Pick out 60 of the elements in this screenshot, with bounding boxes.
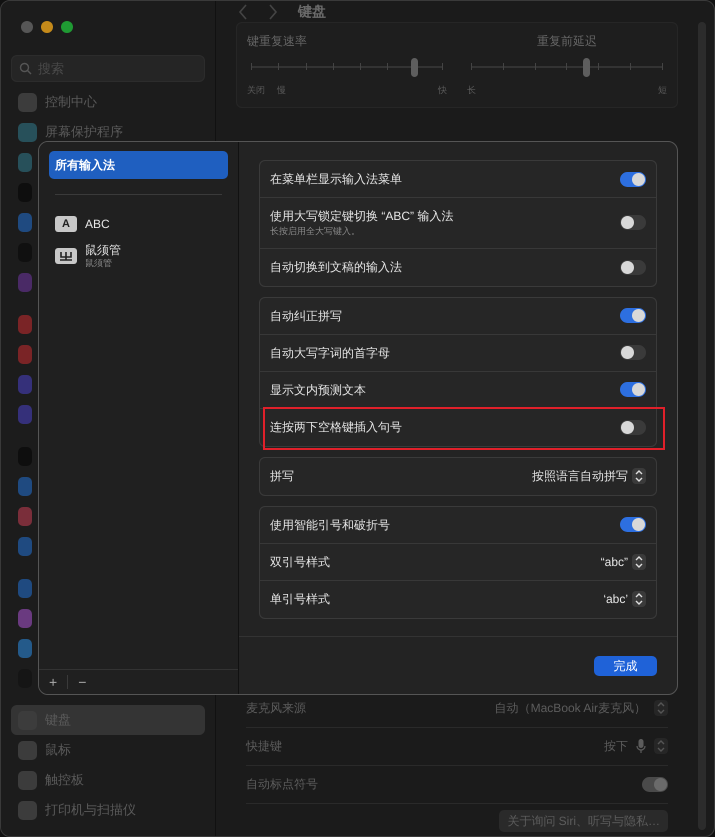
- stepper-icon: [632, 591, 646, 607]
- window-title: 键盘: [298, 2, 326, 21]
- setting-label: 显示文内预测文本: [270, 382, 366, 398]
- toggle-switch[interactable]: [620, 172, 646, 186]
- popup-value[interactable]: ‘abc’: [603, 590, 628, 608]
- popup-value[interactable]: 按照语言自动拼写: [532, 467, 628, 485]
- window-control[interactable]: [41, 21, 53, 33]
- stepper-icon: [654, 738, 668, 754]
- row-label: 快捷键: [246, 738, 282, 755]
- setting-label: 单引号样式: [270, 591, 330, 608]
- slider-thumb[interactable]: [583, 58, 590, 77]
- slider-label: 关闭: [247, 84, 265, 97]
- slider-label: 长: [467, 84, 476, 97]
- slider-thumb[interactable]: [411, 58, 418, 77]
- row-value: 自动（MacBook Air麦克风）: [494, 700, 646, 717]
- slider-title: 键重复速率: [247, 33, 308, 50]
- microphone-icon: [636, 738, 646, 754]
- toggle-switch[interactable]: [620, 215, 646, 230]
- input-source-icon: [55, 248, 77, 264]
- slider-label: 短: [658, 84, 667, 97]
- row-label: 自动标点符号: [246, 776, 318, 793]
- toggle-switch[interactable]: [620, 308, 646, 323]
- slider-track[interactable]: [471, 58, 663, 76]
- search-icon: [19, 62, 32, 75]
- input-source-item[interactable]: 所有输入法: [49, 151, 228, 179]
- input-source-item[interactable]: 鼠须管 鼠须管: [49, 238, 228, 274]
- toggle-switch[interactable]: [620, 517, 646, 532]
- setting-label: 自动纠正拼写: [270, 308, 342, 324]
- back-button[interactable]: [238, 2, 248, 20]
- toggle-switch[interactable]: [620, 382, 646, 397]
- slider-label: 快: [438, 84, 447, 97]
- toggle-switch[interactable]: [620, 260, 646, 274]
- done-button[interactable]: 完成: [594, 656, 657, 676]
- stepper-icon: [632, 468, 646, 484]
- setting-label: 自动大写字词的首字母: [270, 344, 390, 362]
- window-control[interactable]: [61, 21, 73, 33]
- toggle-switch[interactable]: [642, 776, 668, 792]
- setting-label: 使用智能引号和破折号: [270, 516, 390, 534]
- setting-label: 使用大写锁定键切换 “ABC” 输入法: [270, 208, 454, 225]
- row-label: 麦克风来源: [246, 700, 306, 717]
- setting-label: 自动切换到文稿的输入法: [270, 259, 402, 276]
- toggle-switch[interactable]: [620, 420, 646, 434]
- stepper-icon: [654, 700, 668, 716]
- row-value: 按下: [604, 738, 628, 755]
- setting-note: 长按启用全大写键入。: [270, 225, 361, 238]
- footer-button[interactable]: −: [76, 672, 88, 692]
- slider-label: 慢: [277, 84, 286, 97]
- footer-button[interactable]: +: [47, 672, 60, 692]
- slider-title: 重复前延迟: [536, 33, 598, 50]
- forward-button[interactable]: [268, 2, 278, 20]
- setting-label: 双引号样式: [270, 554, 330, 570]
- stepper-icon: [632, 554, 646, 570]
- input-source-item[interactable]: A ABC: [49, 210, 228, 238]
- input-source-icon: A: [55, 216, 77, 232]
- slider-track[interactable]: [251, 58, 443, 76]
- setting-label: 连按两下空格键插入句号: [270, 419, 402, 436]
- toggle-switch[interactable]: [620, 345, 646, 360]
- popup-value[interactable]: “abc”: [600, 552, 628, 570]
- setting-label: 拼写: [270, 468, 294, 485]
- setting-label: 在菜单栏显示输入法菜单: [270, 171, 402, 188]
